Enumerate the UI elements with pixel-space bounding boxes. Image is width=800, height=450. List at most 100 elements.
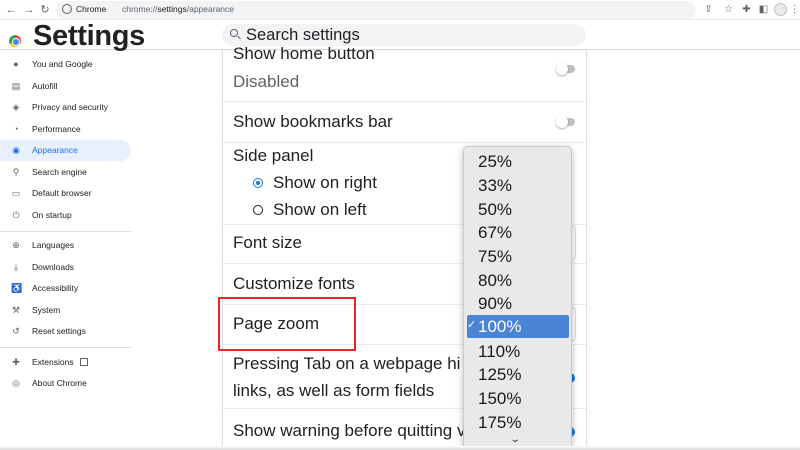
sidebar-item-default-browser[interactable]: ▭ Default browser xyxy=(0,183,131,204)
row-divider xyxy=(223,142,587,143)
sidebar-item-system[interactable]: ⚒ System xyxy=(0,300,131,321)
zoom-option[interactable]: 90% xyxy=(467,292,569,315)
back-icon[interactable]: ← xyxy=(4,3,18,17)
sidebar-item-label: About Chrome xyxy=(32,378,87,388)
zoom-option-label: 175% xyxy=(478,413,522,432)
side-panel-right-label[interactable]: Show on right xyxy=(273,173,377,193)
zoom-option-label: 80% xyxy=(478,271,513,290)
sidebar-item-label: Reset settings xyxy=(32,326,86,336)
shield-icon: ◈ xyxy=(12,102,20,112)
zoom-option[interactable]: 175% xyxy=(467,411,569,434)
sidebar-item-performance[interactable]: ◔ Performance xyxy=(0,119,131,140)
chrome-site-icon xyxy=(62,4,72,14)
site-label: Chrome xyxy=(76,4,107,14)
star-icon[interactable]: ☆ xyxy=(722,3,735,16)
home-button-toggle[interactable] xyxy=(556,63,575,75)
zoom-option-label: 110% xyxy=(478,342,521,361)
browser-toolbar: ← → ↻ Chrome chrome://settings/appearanc… xyxy=(0,0,800,20)
zoom-option-label: 90% xyxy=(478,294,513,313)
side-panel-right-radio[interactable] xyxy=(253,178,263,188)
sidebar-item-reset-settings[interactable]: ↺ Reset settings xyxy=(0,321,131,342)
sidebar-item-label: Accessibility xyxy=(32,283,79,293)
sidebar-divider xyxy=(0,231,131,232)
sidebar-item-label: System xyxy=(32,305,61,315)
search-icon: ⚲ xyxy=(12,167,20,177)
home-button-status: Disabled xyxy=(233,72,300,91)
zoom-option-label: 50% xyxy=(478,200,513,219)
forward-icon[interactable]: → xyxy=(22,3,36,17)
sidebar-item-privacy[interactable]: ◈ Privacy and security xyxy=(0,97,131,118)
sidebar-item-you-and-google[interactable]: ● You and Google xyxy=(0,54,131,75)
sidebar-item-downloads[interactable]: ⤓ Downloads xyxy=(0,257,131,278)
sidebar-item-label: Default browser xyxy=(32,188,92,198)
sidebar-item-label: Privacy and security xyxy=(32,102,109,112)
zoom-option[interactable]: 150% xyxy=(467,387,569,410)
sidebar-item-autofill[interactable]: ▤ Autofill xyxy=(0,76,131,97)
sidebar-item-languages[interactable]: ⊕ Languages xyxy=(0,235,131,256)
zoom-option-label: 150% xyxy=(478,389,522,408)
profile-icon[interactable] xyxy=(774,3,787,16)
reset-icon: ↺ xyxy=(12,326,20,336)
row-divider xyxy=(223,101,587,102)
zoom-option-selected[interactable]: ✓ 100% xyxy=(467,315,569,338)
palette-icon: ◉ xyxy=(12,145,20,155)
zoom-option[interactable]: 125% xyxy=(467,363,569,386)
sidebar-item-label: Search engine xyxy=(32,167,87,177)
reload-icon[interactable]: ↻ xyxy=(38,3,52,17)
page-title: Settings xyxy=(33,20,145,52)
side-panel-label: Side panel xyxy=(233,146,314,165)
sidebar-divider xyxy=(0,347,131,348)
globe-icon: ⊕ xyxy=(12,240,20,250)
external-link-icon xyxy=(79,358,88,366)
bookmarks-bar-label: Show bookmarks bar xyxy=(233,112,393,131)
check-icon: ✓ xyxy=(467,319,477,331)
sidebar-item-label: Downloads xyxy=(32,262,75,272)
sidebar-item-label: Autofill xyxy=(32,81,58,91)
zoom-option[interactable]: 50% xyxy=(467,198,569,221)
zoom-option[interactable]: 67% xyxy=(467,221,569,244)
url-text: chrome://settings/appearance xyxy=(122,4,234,14)
annotation-highlight-box xyxy=(218,297,356,351)
side-panel-left-label[interactable]: Show on left xyxy=(273,200,367,220)
home-button-label: Show home button xyxy=(233,44,375,63)
zoom-option[interactable]: 110% xyxy=(467,340,569,363)
download-icon: ⤓ xyxy=(14,262,18,272)
zoom-option[interactable]: 80% xyxy=(467,269,569,292)
search-input[interactable] xyxy=(246,25,576,45)
customize-fonts-label[interactable]: Customize fonts xyxy=(233,274,355,294)
sidebar-item-on-startup[interactable]: ⏻ On startup xyxy=(0,205,131,226)
sidebar-item-label: Extensions xyxy=(32,357,88,367)
zoom-option-label: 100% xyxy=(478,317,522,336)
side-panel-icon[interactable]: ◧ xyxy=(757,3,770,16)
sidebar-item-about-chrome[interactable]: ◎ About Chrome xyxy=(0,373,131,394)
zoom-option[interactable]: 25% xyxy=(467,150,569,173)
zoom-option[interactable]: 33% xyxy=(467,174,569,197)
page-zoom-dropdown[interactable]: 25% 33% 50% 67% 75% 80% 90% ✓ 100% 110% … xyxy=(463,146,572,450)
sidebar-item-appearance[interactable]: ◉ Appearance xyxy=(0,140,131,161)
sidebar-item-extensions[interactable]: ✚ Extensions xyxy=(0,352,131,373)
share-icon[interactable]: ⇪ xyxy=(702,3,715,16)
accessibility-icon: ♿ xyxy=(11,283,23,293)
extensions-icon[interactable]: ✚ xyxy=(740,3,753,16)
zoom-option-label: 75% xyxy=(478,247,513,266)
sidebar-item-accessibility[interactable]: ♿ Accessibility xyxy=(0,278,131,299)
chrome-logo-icon xyxy=(9,35,21,47)
wrench-icon: ⚒ xyxy=(11,305,21,315)
bookmarks-bar-toggle[interactable] xyxy=(556,116,575,128)
zoom-option[interactable]: 75% xyxy=(467,245,569,268)
chevron-down-icon[interactable]: ⌄ xyxy=(510,434,521,445)
power-icon: ⏻ xyxy=(12,210,20,220)
search-box[interactable] xyxy=(222,24,586,46)
zoom-option-label: 125% xyxy=(478,365,522,384)
search-icon xyxy=(230,29,238,37)
person-icon: ● xyxy=(13,59,19,69)
side-panel-left-radio[interactable] xyxy=(253,205,263,215)
address-bar[interactable]: Chrome chrome://settings/appearance xyxy=(56,1,696,19)
sidebar-item-label: Performance xyxy=(32,124,81,134)
zoom-option-label: 67% xyxy=(478,223,513,242)
sidebar-item-search-engine[interactable]: ⚲ Search engine xyxy=(0,162,131,183)
gauge-icon: ◔ xyxy=(13,124,19,134)
menu-icon[interactable]: ⋮ xyxy=(788,3,800,16)
quit-warning-label: Show warning before quitting v xyxy=(233,421,466,440)
browser-icon: ▭ xyxy=(11,188,21,198)
